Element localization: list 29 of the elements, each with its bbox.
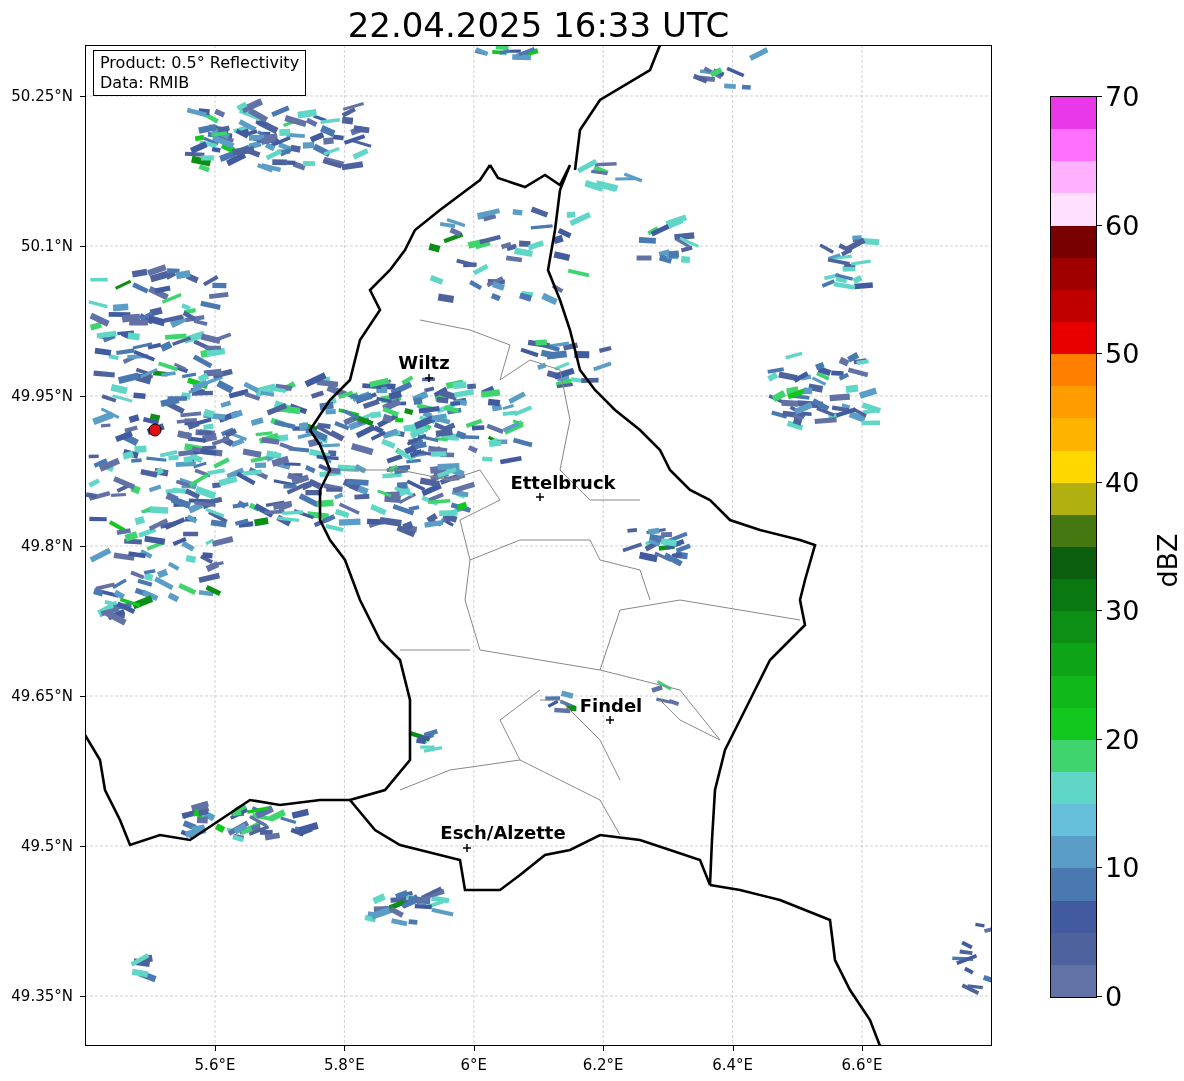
latitude-label: 49.35°N [11,987,73,1005]
colorbar-tick-label: 50 [1105,337,1140,369]
longitude-label: 6°E [460,1056,488,1074]
longitude-label: 6.6°E [841,1056,883,1074]
city-label: Wiltz [398,351,450,373]
longitude-label: 6.2°E [582,1056,624,1074]
colorbar-tick-label: 20 [1105,723,1140,755]
latitude-label: 49.5°N [20,837,73,855]
city-label: Ettelbruck [510,471,616,493]
latitude-label: 49.8°N [20,537,73,555]
latitude-label: 50.25°N [11,87,73,105]
info-text: Data: RMIB [100,73,191,93]
latitude-label: 49.95°N [11,387,73,405]
colorbar-tick-label: 10 [1105,851,1140,883]
colorbar-label: dBZ [1151,532,1183,590]
chart-title: 22.04.2025 16:33 UTC [346,4,731,45]
longitude-label: 6.4°E [712,1056,753,1074]
colorbar-tick-label: 0 [1105,980,1123,1012]
latitude-label: 50.1°N [20,237,73,255]
longitude-label: 5.6°E [194,1056,236,1074]
colorbar-tick-label: 70 [1105,80,1140,112]
colorbar-tick-label: 60 [1105,209,1140,241]
city-label: Esch/Alzette [440,821,566,843]
info-text: Product: 0.5° Reflectivity [100,53,300,73]
city-label: Findel [579,694,643,716]
longitude-label: 5.8°E [323,1056,365,1074]
latitude-label: 49.65°N [11,687,73,705]
colorbar-tick-label: 40 [1105,466,1140,498]
colorbar-tick-label: 30 [1105,594,1140,626]
